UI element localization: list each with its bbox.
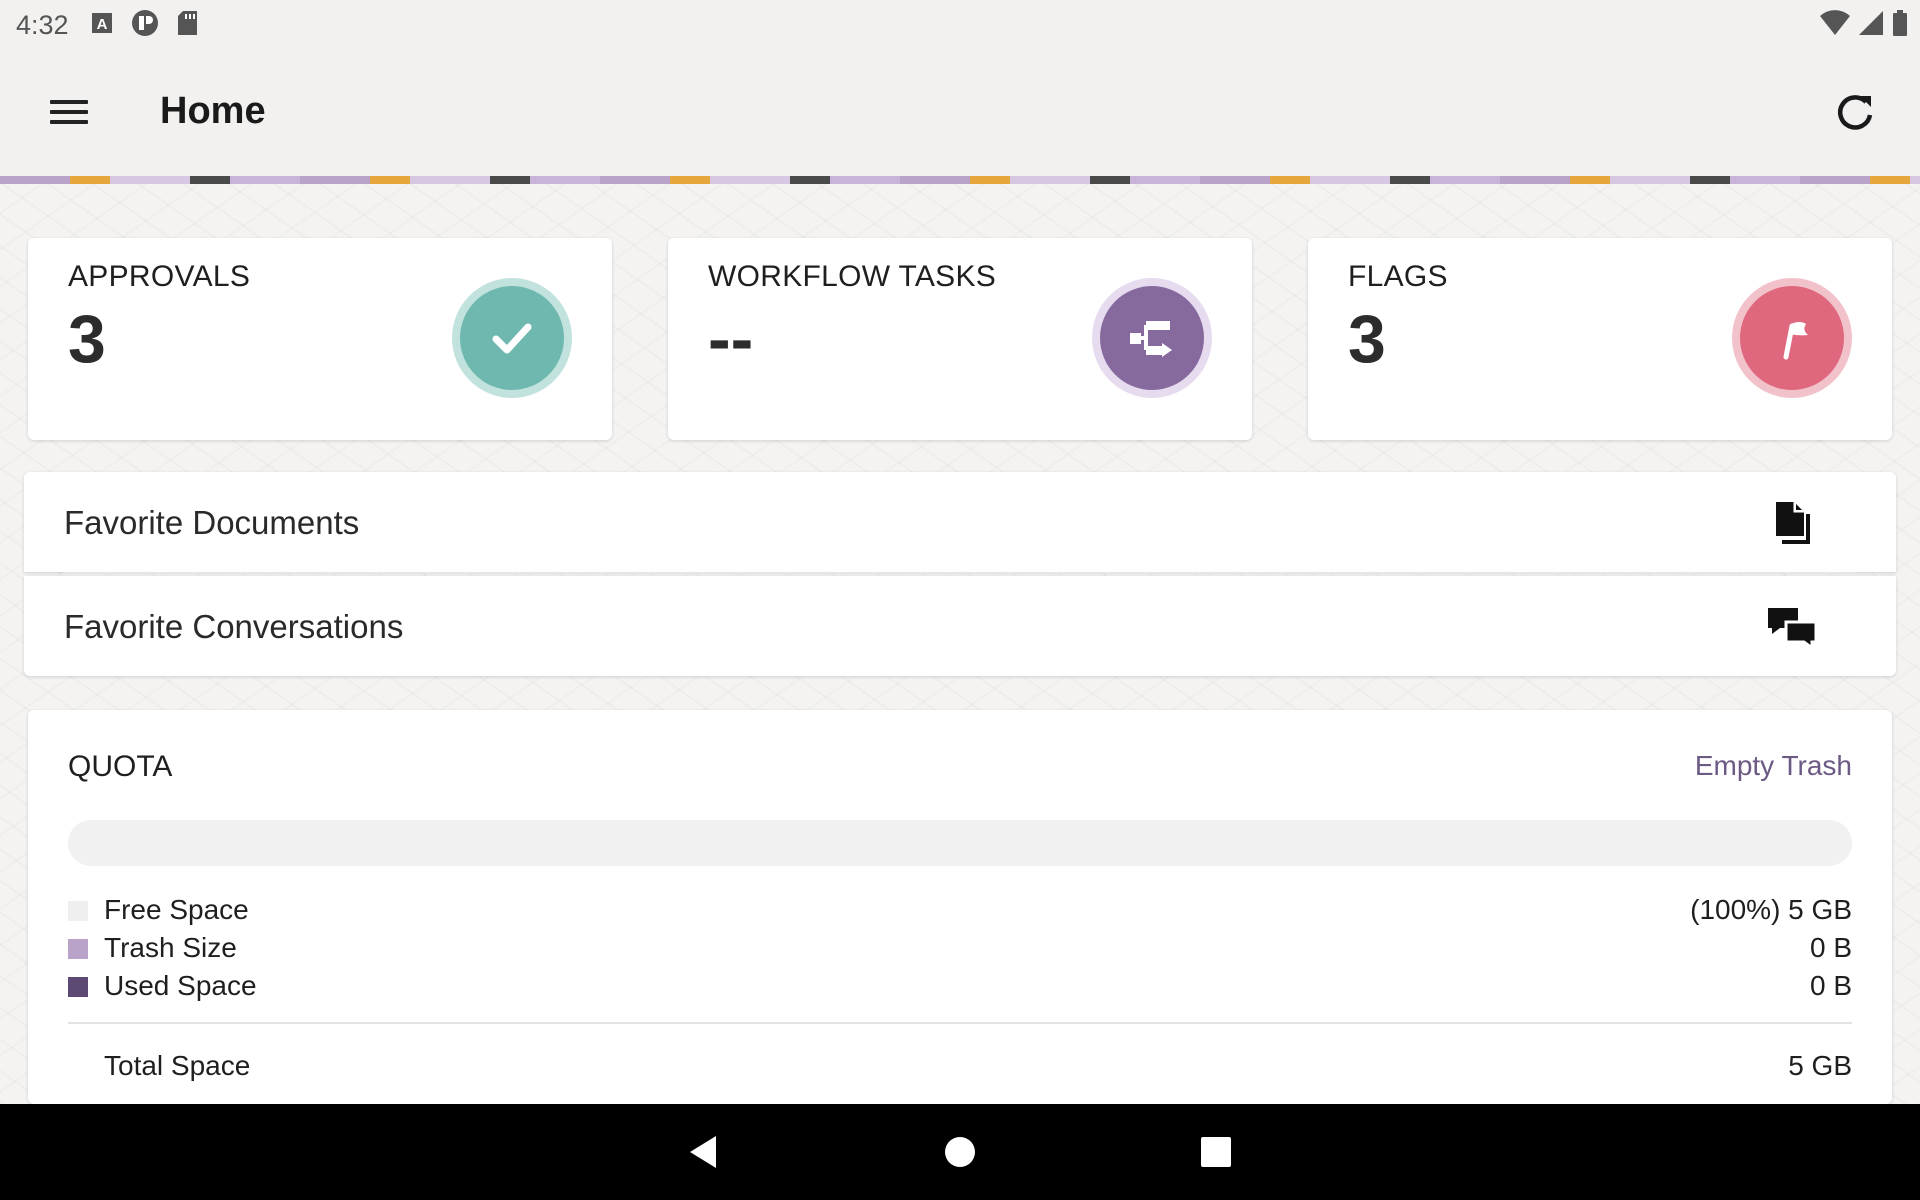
divider xyxy=(68,1022,1852,1024)
stat-value: -- xyxy=(708,301,754,377)
quota-title: QUOTA xyxy=(68,750,173,783)
app-bar: Home xyxy=(0,50,1920,176)
flag-icon xyxy=(1732,278,1852,398)
approvals-card[interactable]: APPROVALS 3 xyxy=(28,238,612,440)
workflow-tasks-card[interactable]: WORKFLOW TASKS -- xyxy=(668,238,1252,440)
quota-name: Trash Size xyxy=(104,932,237,963)
status-time: 4:32 xyxy=(16,9,69,40)
header-decoration xyxy=(0,176,1920,184)
favorite-documents-row[interactable]: Favorite Documents xyxy=(24,472,1896,572)
check-icon xyxy=(452,278,572,398)
quota-name: Free Space xyxy=(104,894,249,925)
quota-row-trash: Trash Size 0 B xyxy=(68,932,1852,966)
workflow-icon xyxy=(1092,278,1212,398)
stat-value: 3 xyxy=(1348,301,1386,377)
back-icon[interactable] xyxy=(676,1126,728,1178)
divider xyxy=(64,572,1856,574)
stat-label: WORKFLOW TASKS xyxy=(708,260,997,293)
quota-value: (100%) 5 GB xyxy=(1690,894,1852,925)
sd-card-icon xyxy=(177,10,199,41)
recents-icon[interactable] xyxy=(1190,1126,1242,1178)
page-title: Home xyxy=(160,90,266,132)
signal-icon xyxy=(1858,10,1884,41)
battery-icon xyxy=(1892,10,1908,41)
wifi-icon xyxy=(1820,10,1850,41)
quota-row-total: Total Space 5 GB xyxy=(68,1050,1852,1084)
quota-total-value: 5 GB xyxy=(1788,1050,1852,1081)
quota-row-used: Used Space 0 B xyxy=(68,970,1852,1004)
quota-total-label: Total Space xyxy=(104,1050,251,1081)
quota-name: Used Space xyxy=(104,970,257,1001)
flags-card[interactable]: FLAGS 3 xyxy=(1308,238,1892,440)
empty-trash-button[interactable]: Empty Trash xyxy=(1695,750,1852,782)
quota-value: 0 B xyxy=(1809,932,1852,963)
legend-swatch xyxy=(68,901,88,921)
favorite-label: Favorite Conversations xyxy=(64,608,404,645)
font-notification-icon: A xyxy=(91,12,113,39)
stat-label: FLAGS xyxy=(1348,260,1448,293)
svg-text:A: A xyxy=(96,16,107,33)
quota-progress-bar xyxy=(68,820,1852,866)
favorite-conversations-row[interactable]: Favorite Conversations xyxy=(24,576,1896,676)
favorite-label: Favorite Documents xyxy=(64,504,360,541)
stat-label: APPROVALS xyxy=(68,260,251,293)
menu-icon[interactable] xyxy=(46,94,98,134)
home-icon[interactable] xyxy=(934,1126,986,1178)
quota-value: 0 B xyxy=(1809,970,1852,1001)
conversations-icon xyxy=(1766,600,1818,652)
legend-swatch xyxy=(68,977,88,997)
navigation-bar xyxy=(0,1104,1920,1200)
app-notification-icon xyxy=(131,9,159,42)
status-bar: 4:32 A xyxy=(0,0,1920,50)
quota-row-free: Free Space (100%) 5 GB xyxy=(68,894,1852,928)
quota-card: QUOTA Empty Trash Free Space (100%) 5 GB… xyxy=(28,710,1892,1104)
stat-value: 3 xyxy=(68,301,106,377)
legend-swatch xyxy=(68,939,88,959)
documents-icon xyxy=(1766,496,1818,548)
refresh-icon[interactable] xyxy=(1830,88,1880,138)
